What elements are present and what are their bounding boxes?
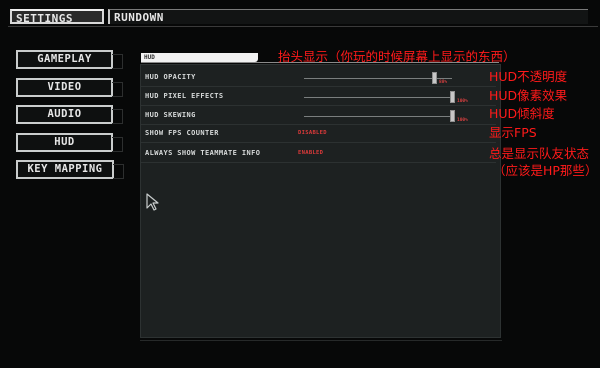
tab-settings[interactable]: SETTINGS xyxy=(10,9,104,25)
always-show-teammate-info-toggle[interactable]: ENABLED xyxy=(298,148,323,158)
hud-pixel-effects-slider-track[interactable] xyxy=(304,97,452,98)
mouse-pointer-icon xyxy=(146,193,159,211)
row-divider xyxy=(141,162,496,163)
annotation-teammate-note-1: 总是显示队友状态 xyxy=(489,146,590,161)
annotation-opacity-note: HUD不透明度 xyxy=(489,69,568,84)
annotation-skew-note: HUD倾斜度 xyxy=(489,106,555,121)
hud-skewing-slider-handle[interactable] xyxy=(450,110,455,122)
show-fps-counter-label: SHOW FPS COUNTER xyxy=(145,129,219,137)
tab-rundown[interactable]: RUNDOWN xyxy=(108,9,588,24)
menu-audio-button[interactable]: AUDIO xyxy=(16,105,123,124)
hud-pixel-effects-value: 100% xyxy=(457,99,468,104)
row-divider xyxy=(141,142,496,143)
annotation-teammate-note-2: （应该是HP那些） xyxy=(493,163,598,178)
annotation-fps-note: 显示FPS xyxy=(489,125,537,140)
menu-key-mapping-button[interactable]: KEY MAPPING xyxy=(16,160,124,179)
menu-video-button[interactable]: VIDEO xyxy=(16,78,123,97)
hud-opacity-slider-handle[interactable] xyxy=(432,72,437,84)
menu-gameplay-button[interactable]: GAMEPLAY xyxy=(16,50,123,69)
show-fps-counter-toggle[interactable]: DISABLED xyxy=(298,128,327,138)
always-show-teammate-info-label: ALWAYS SHOW TEAMMATE INFO xyxy=(145,149,261,157)
hud-panel-header: HUD xyxy=(141,53,258,62)
hud-opacity-value: 88% xyxy=(439,80,448,85)
menu-hud-button[interactable]: HUD xyxy=(16,133,123,152)
panel-bottom-divider xyxy=(140,340,502,341)
hud-skewing-slider-track[interactable] xyxy=(304,116,452,117)
hud-opacity-slider-track[interactable] xyxy=(304,78,452,79)
row-divider xyxy=(141,105,496,106)
annotation-pixel-note: HUD像素效果 xyxy=(489,88,568,103)
top-divider xyxy=(8,26,598,27)
hud-pixel-effects-slider-handle[interactable] xyxy=(450,91,455,103)
hud-skewing-label: HUD SKEWING xyxy=(145,111,196,119)
hud-skewing-value: 100% xyxy=(457,118,468,123)
row-divider xyxy=(141,124,496,125)
hud-opacity-label: HUD OPACITY xyxy=(145,73,196,81)
hud-pixel-effects-label: HUD PIXEL EFFECTS xyxy=(145,92,224,100)
annotation-header-note: 抬头显示（你玩的时候屏幕上显示的东西） xyxy=(278,49,516,64)
row-divider xyxy=(141,86,496,87)
